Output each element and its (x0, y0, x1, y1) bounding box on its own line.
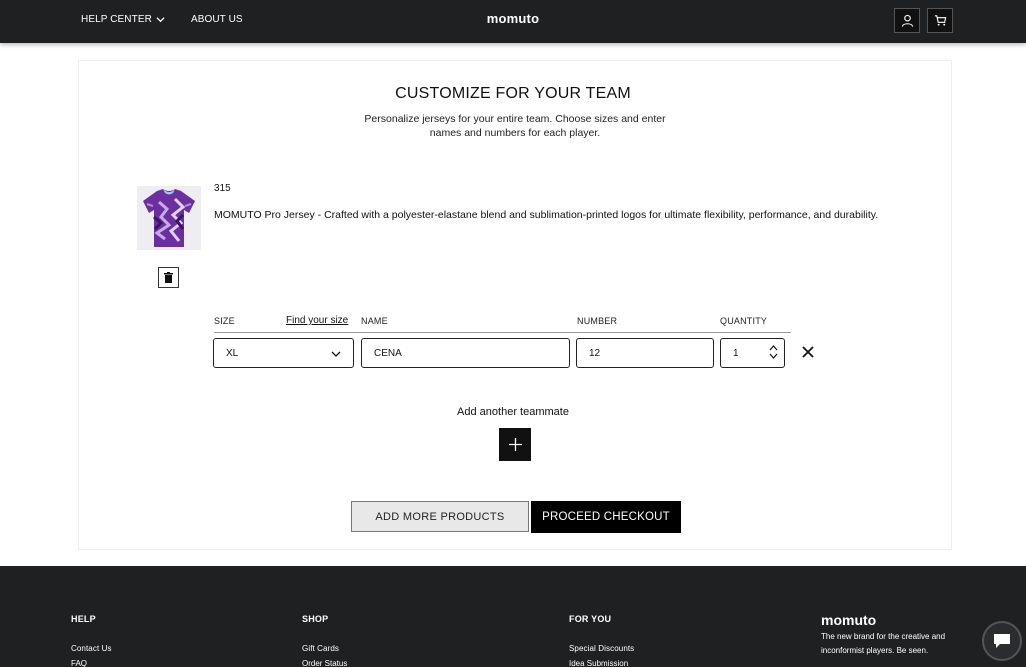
product-description: MOMUTO Pro Jersey - Crafted with a polye… (214, 209, 879, 221)
table-header-divider (214, 332, 791, 333)
page-subtitle: Personalize jerseys for your entire team… (364, 113, 666, 139)
find-your-size-link[interactable]: Find your size (286, 315, 348, 326)
delete-product-button[interactable] (158, 267, 179, 288)
player-name-input[interactable]: CENA (361, 338, 570, 368)
footer-for-you-heading: FOR YOU (569, 614, 612, 624)
name-column-header: NAME (361, 316, 388, 326)
quantity-arrows[interactable] (769, 344, 778, 360)
user-icon (901, 14, 913, 27)
footer-shop-column: SHOP Gift Cards Order Status (302, 614, 347, 668)
footer-link-contact-us[interactable]: Contact Us (71, 644, 112, 653)
footer-tagline: The new brand for the creative and incon… (821, 632, 946, 655)
cart-icon (934, 15, 946, 26)
remove-row-icon[interactable] (802, 346, 814, 358)
size-select-value: XL (226, 347, 239, 359)
footer-logo[interactable]: momuto (821, 612, 876, 628)
account-button[interactable] (894, 8, 920, 33)
footer-for-you-column: FOR YOU Special Discounts Idea Submissio… (569, 614, 634, 668)
footer-link-special-discounts[interactable]: Special Discounts (569, 644, 634, 653)
chevron-down-icon[interactable] (769, 353, 778, 360)
trash-icon (164, 272, 173, 283)
size-select[interactable]: XL (213, 338, 354, 368)
cart-button[interactable] (927, 8, 953, 33)
player-number-value: 12 (589, 347, 601, 359)
quantity-stepper[interactable]: 1 (720, 338, 785, 368)
chat-button[interactable] (982, 621, 1022, 661)
chat-bubble-icon (994, 634, 1010, 648)
proceed-checkout-button[interactable]: PROCEED CHECKOUT (531, 501, 681, 533)
quantity-value: 1 (733, 347, 739, 359)
add-more-products-button[interactable]: ADD MORE PRODUCTS (351, 501, 529, 532)
site-logo[interactable]: momuto (0, 11, 1026, 26)
footer-help-heading: HELP (71, 614, 96, 624)
quantity-column-header: QUANTITY (720, 316, 768, 326)
add-teammate-label: Add another teammate (457, 406, 569, 418)
number-column-header: NUMBER (577, 316, 618, 326)
size-column-header: SIZE (214, 316, 235, 326)
footer-shop-heading: SHOP (302, 614, 329, 624)
site-header: HELP CENTER ABOUT US momuto (0, 0, 1026, 43)
chevron-down-icon (331, 351, 341, 357)
chevron-up-icon[interactable] (769, 344, 778, 351)
jersey-icon (143, 189, 195, 247)
page-title: CUSTOMIZE FOR YOUR TEAM (395, 85, 631, 102)
player-number-input[interactable]: 12 (576, 338, 714, 368)
player-name-value: CENA (374, 347, 402, 359)
product-image (137, 186, 201, 250)
add-teammate-button[interactable] (499, 428, 531, 461)
product-code: 315 (214, 183, 231, 194)
footer-link-gift-cards[interactable]: Gift Cards (302, 644, 347, 653)
plus-icon (508, 438, 522, 451)
footer-help-column: HELP Contact Us FAQ (71, 614, 112, 668)
site-footer: HELP Contact Us FAQ SHOP Gift Cards Orde… (0, 566, 1026, 668)
